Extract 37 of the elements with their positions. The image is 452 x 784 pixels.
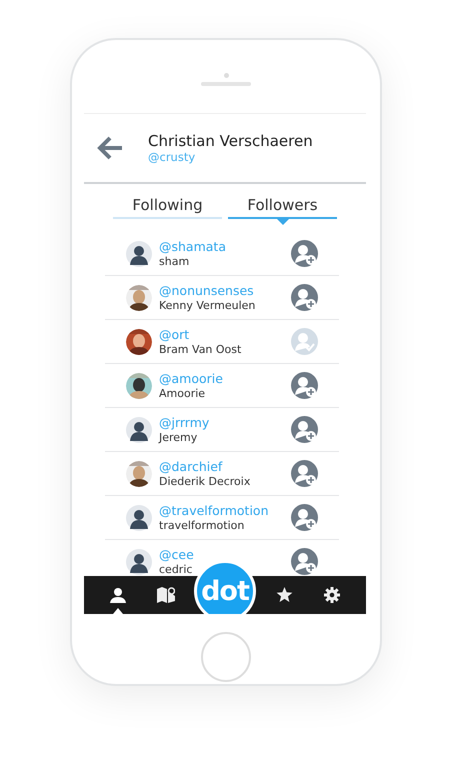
add-user-icon[interactable] (291, 460, 318, 487)
user-name: Bram Van Oost (159, 342, 242, 356)
avatar-icon (126, 548, 152, 574)
user-name: Amoorie (159, 386, 206, 400)
user-name: sham (159, 254, 190, 268)
user-handle[interactable]: @nonunsenses (159, 284, 291, 298)
add-user-icon[interactable] (291, 416, 318, 443)
back-icon[interactable] (97, 136, 123, 160)
add-user-icon[interactable] (291, 504, 318, 531)
user-handle[interactable]: @travelformotion (159, 504, 291, 518)
user-name: travelformotion (159, 518, 246, 532)
tab[interactable]: Followers (228, 194, 337, 226)
user-name: Kenny Vermeulen (159, 298, 256, 312)
user-name: Jeremy (159, 430, 198, 444)
profile-handle[interactable]: @crusty (148, 151, 313, 164)
avatar-icon (126, 504, 152, 530)
user-name: cedric (159, 562, 194, 576)
user-handle[interactable]: @darchief (159, 460, 291, 474)
add-user-icon[interactable] (291, 284, 318, 311)
add-user-icon[interactable] (291, 548, 318, 575)
map-icon[interactable] (157, 587, 175, 603)
profile-name: Christian Verschaeren (148, 132, 313, 151)
add-user-icon[interactable] (291, 372, 318, 399)
user-handle[interactable]: @jrrrmy (159, 416, 291, 430)
user-handle[interactable]: @ort (159, 328, 291, 342)
settings-icon[interactable] (324, 587, 340, 603)
star-icon[interactable] (276, 587, 292, 603)
user-handle[interactable]: @amoorie (159, 372, 291, 386)
avatar-icon (126, 416, 152, 442)
logo-button[interactable]: dot (194, 560, 256, 614)
user-handle[interactable]: @cee (159, 548, 291, 562)
tab[interactable]: Following (113, 194, 222, 226)
user-name: Diederik Decroix (159, 474, 252, 488)
avatar-icon (126, 240, 152, 266)
user-handle[interactable]: @shamata (159, 240, 291, 254)
person-icon[interactable] (110, 587, 126, 603)
add-user-icon[interactable] (291, 240, 318, 267)
